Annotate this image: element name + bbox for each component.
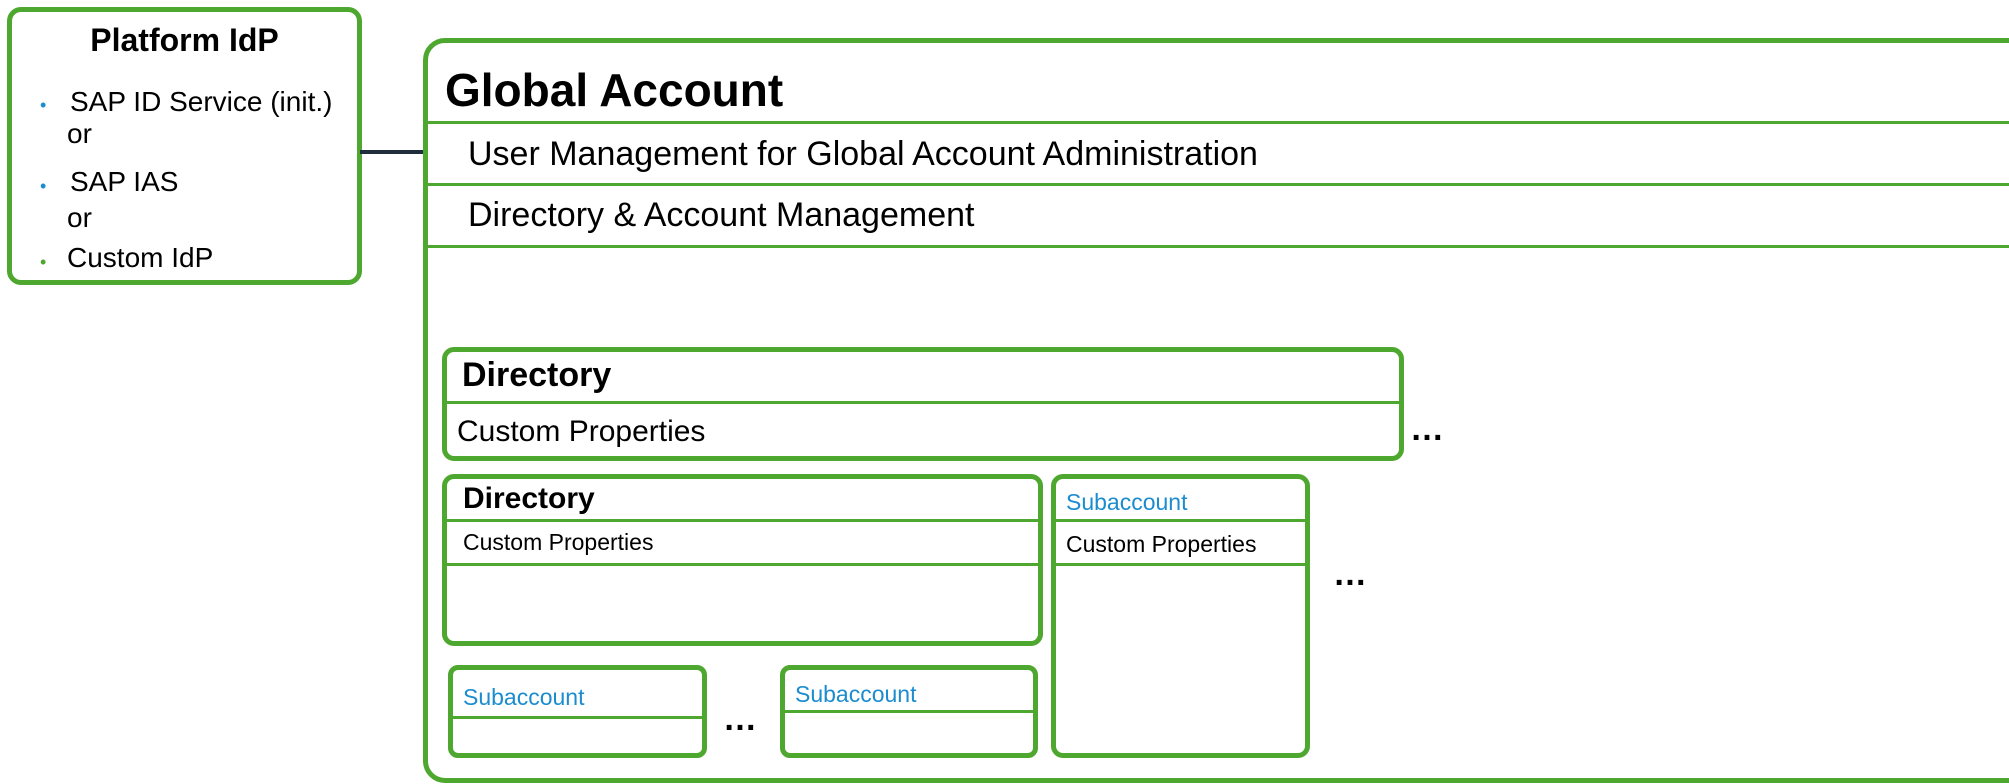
more-ellipsis: … <box>1410 410 1445 448</box>
idp-item-custom-idp: Custom IdP <box>67 242 214 273</box>
global-account-title: Global Account <box>445 64 784 116</box>
directory-title: Directory <box>462 356 612 394</box>
bullet-icon: • <box>40 176 47 196</box>
subaccount-box-a: Subaccount <box>448 665 707 758</box>
bullet-icon: • <box>40 252 47 272</box>
directory-title: Directory <box>463 482 595 515</box>
divider <box>447 563 1038 566</box>
divider <box>453 716 702 719</box>
directory-custom-properties: Custom Properties <box>457 415 706 448</box>
divider <box>428 245 2009 248</box>
subaccount-title: Subaccount <box>1066 489 1188 515</box>
directory-box-outer: Directory Custom Properties <box>442 347 1404 461</box>
bullet-icon: • <box>40 95 47 115</box>
idp-item-or: or <box>67 118 92 149</box>
directory-account-management-row: Directory & Account Management <box>468 196 975 234</box>
user-management-row: User Management for Global Account Admin… <box>468 135 1258 173</box>
directory-custom-properties: Custom Properties <box>463 529 654 555</box>
divider <box>1056 519 1305 522</box>
subaccount-title: Subaccount <box>463 684 585 710</box>
divider <box>428 183 2009 186</box>
divider <box>447 519 1038 522</box>
platform-idp-title: Platform IdP <box>90 22 279 58</box>
idp-item-sap-id-service: SAP ID Service (init.) <box>70 86 333 117</box>
idp-item-sap-ias: SAP IAS <box>70 166 179 197</box>
divider <box>785 710 1033 713</box>
platform-idp-box: Platform IdP • SAP ID Service (init.) or… <box>7 7 362 285</box>
directory-box-inner: Directory Custom Properties <box>442 474 1043 646</box>
divider <box>428 121 2009 124</box>
subaccount-box-b: Subaccount <box>780 665 1038 758</box>
idp-item-or: or <box>67 202 92 233</box>
more-ellipsis: … <box>723 700 758 738</box>
divider <box>447 401 1399 404</box>
subaccount-title: Subaccount <box>795 681 917 707</box>
subaccount-custom-properties: Custom Properties <box>1066 531 1257 557</box>
subaccount-box-right: Subaccount Custom Properties <box>1051 474 1310 758</box>
divider <box>1056 563 1305 566</box>
more-ellipsis: … <box>1333 555 1368 593</box>
